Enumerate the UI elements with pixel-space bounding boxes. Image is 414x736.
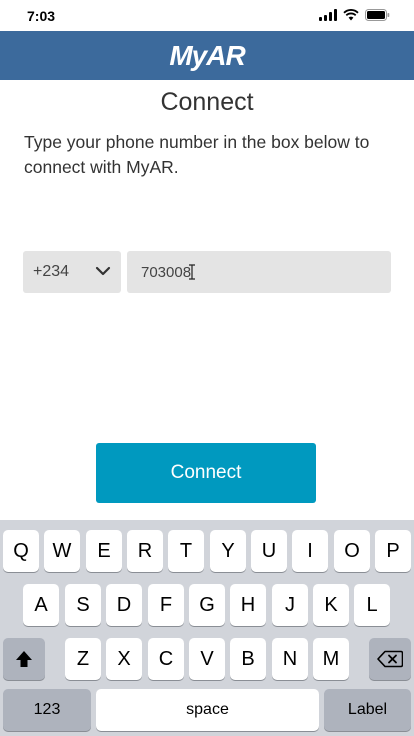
shift-key[interactable] — [3, 638, 45, 680]
space-key[interactable]: space — [96, 689, 319, 731]
shift-icon — [16, 651, 32, 667]
app-header: MyAR — [0, 31, 414, 80]
key-e[interactable]: E — [86, 530, 122, 572]
key-r[interactable]: R — [127, 530, 163, 572]
status-bar: 7:03 — [0, 0, 414, 31]
key-q[interactable]: Q — [3, 530, 39, 572]
key-p[interactable]: P — [375, 530, 411, 572]
key-h[interactable]: H — [230, 584, 266, 626]
phone-number-input[interactable]: 703008 — [127, 251, 391, 293]
key-s[interactable]: S — [65, 584, 101, 626]
key-b[interactable]: B — [230, 638, 266, 680]
return-key[interactable]: Label — [324, 689, 411, 731]
chevron-down-icon — [95, 266, 111, 276]
key-t[interactable]: T — [168, 530, 204, 572]
key-a[interactable]: A — [23, 584, 59, 626]
key-d[interactable]: D — [106, 584, 142, 626]
key-f[interactable]: F — [148, 584, 184, 626]
status-icons — [319, 9, 390, 21]
key-w[interactable]: W — [44, 530, 80, 572]
key-x[interactable]: X — [106, 638, 142, 680]
backspace-icon — [377, 650, 403, 668]
status-time: 7:03 — [27, 8, 56, 24]
country-code-select[interactable]: +234 — [23, 251, 121, 293]
key-g[interactable]: G — [189, 584, 225, 626]
key-j[interactable]: J — [272, 584, 308, 626]
instructions-text: Type your phone number in the box below … — [24, 132, 370, 177]
key-v[interactable]: V — [189, 638, 225, 680]
battery-icon — [365, 9, 390, 21]
key-i[interactable]: I — [292, 530, 328, 572]
key-l[interactable]: L — [354, 584, 390, 626]
country-code-value: +234 — [33, 263, 70, 280]
phone-number-value: 703008 — [141, 263, 192, 281]
key-y[interactable]: Y — [210, 530, 246, 572]
page-title: Connect — [160, 88, 254, 116]
key-z[interactable]: Z — [65, 638, 101, 680]
myar-logo: MyAR — [169, 39, 245, 71]
backspace-key[interactable] — [369, 638, 411, 680]
numbers-key[interactable]: 123 — [3, 689, 91, 731]
key-u[interactable]: U — [251, 530, 287, 572]
keyboard: Q W E R T Y U I O P A S D F G H J K L Z … — [0, 520, 414, 736]
key-o[interactable]: O — [334, 530, 370, 572]
key-m[interactable]: M — [313, 638, 349, 680]
key-c[interactable]: C — [148, 638, 184, 680]
text-cursor-icon — [189, 264, 196, 280]
signal-icon — [319, 9, 337, 21]
connect-button[interactable]: Connect — [96, 443, 316, 503]
key-n[interactable]: N — [272, 638, 308, 680]
wifi-icon — [343, 9, 359, 21]
key-k[interactable]: K — [313, 584, 349, 626]
